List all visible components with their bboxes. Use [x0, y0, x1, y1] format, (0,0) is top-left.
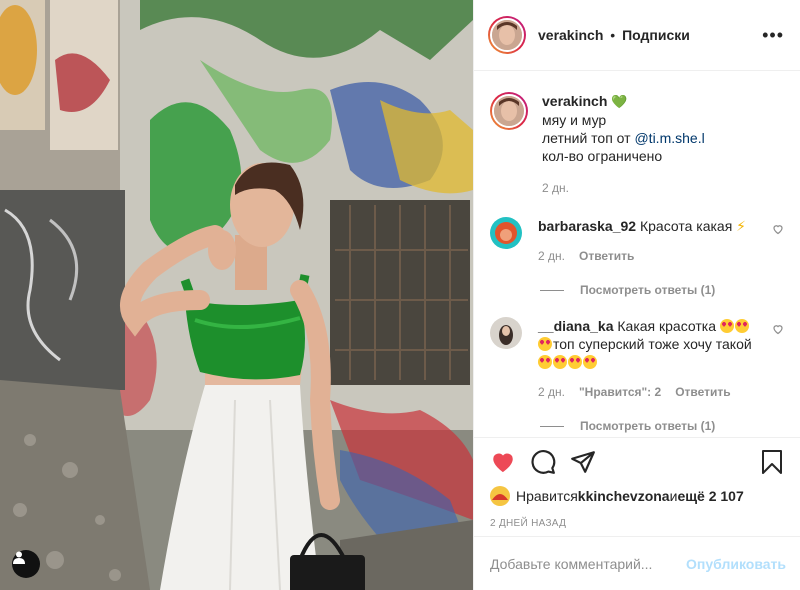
heart-eyes-emoji [568, 355, 582, 369]
more-icon[interactable]: ••• [762, 26, 784, 44]
comment-likes-count[interactable]: "Нравится": 2 [579, 383, 661, 401]
likes-middle: и [669, 488, 678, 504]
like-heart-icon[interactable] [490, 442, 530, 482]
caption-line-2: летний топ от @ti.m.she.l [542, 129, 705, 147]
bookmark-icon[interactable] [744, 442, 784, 482]
green-heart-emoji: 💚 [611, 94, 628, 109]
share-icon[interactable] [570, 442, 610, 482]
likes-prefix: Нравится [516, 488, 578, 504]
comment-text-continued: топ суперский тоже хочу такой [553, 336, 752, 352]
comment-item: __diana_ka Какая красотка топ суперский … [490, 317, 784, 401]
comment-time[interactable]: 2 дн. [538, 383, 565, 401]
view-replies-label: Посмотреть ответы (1) [580, 419, 716, 433]
post-actions: Нравится kkinchevzona и ещё 2 107 2 ДНЕЙ… [474, 437, 800, 529]
post-caption: verakinch 💚 мяу и мур летний топ от @ti.… [490, 72, 784, 197]
liker-username[interactable]: kkinchevzona [578, 488, 670, 504]
reply-button[interactable]: Ответить [579, 247, 634, 265]
post-photo[interactable] [0, 0, 473, 590]
post-timestamp[interactable]: 2 ДНЕЙ НАЗАД [490, 518, 784, 529]
following-button[interactable]: Подписки [622, 27, 690, 43]
heart-eyes-emoji [583, 355, 597, 369]
comment-text: Красота какая [639, 218, 733, 234]
likes-summary[interactable]: Нравится kkinchevzona и ещё 2 107 [490, 486, 784, 506]
comments-list[interactable]: verakinch 💚 мяу и мур летний топ от @ti.… [474, 72, 800, 436]
reply-button[interactable]: Ответить [675, 383, 730, 401]
comment-item: barbaraska_92 Красота какая ⚡ 2 дн. Отве… [490, 217, 784, 265]
caption-line-3: кол-во ограничено [542, 148, 663, 164]
action-bar [490, 438, 784, 486]
photo-illustration [0, 0, 473, 590]
heart-eyes-emoji [719, 319, 734, 333]
comment-input[interactable] [490, 555, 687, 572]
small-heart-icon[interactable] [772, 223, 784, 235]
comment-time[interactable]: 2 дн. [538, 247, 565, 265]
view-replies-button[interactable]: Посмотреть ответы (1) [540, 283, 784, 297]
commenter-avatar[interactable] [490, 217, 522, 249]
caption-line-2-prefix: летний топ от [542, 130, 635, 146]
commenter-username[interactable]: barbaraska_92 [538, 218, 636, 234]
author-avatar[interactable] [488, 16, 526, 54]
caption-username[interactable]: verakinch [542, 93, 607, 109]
view-replies-label: Посмотреть ответы (1) [580, 283, 716, 297]
caption-time[interactable]: 2 дн. [542, 179, 705, 197]
replies-divider [540, 289, 564, 291]
commenter-username[interactable]: __diana_ka [538, 318, 614, 334]
lightning-emoji: ⚡ [736, 218, 747, 234]
user-tag-icon[interactable] [12, 550, 40, 578]
small-heart-icon[interactable] [772, 323, 784, 335]
post-modal: verakinch • Подписки ••• verakinch 💚 мяу… [0, 0, 800, 590]
replies-divider [540, 425, 564, 427]
liker-avatar[interactable] [490, 486, 510, 506]
heart-eyes-emoji [538, 355, 552, 369]
header-separator: • [610, 27, 616, 43]
heart-eyes-emoji [538, 337, 552, 351]
commenter-avatar[interactable] [490, 317, 522, 349]
author-username[interactable]: verakinch [538, 27, 603, 43]
caption-mention-link[interactable]: @ti.m.she.l [634, 130, 704, 146]
header-text: verakinch • Подписки [538, 27, 762, 43]
likes-others-count[interactable]: ещё 2 107 [677, 488, 743, 504]
caption-line-1: мяу и мур [542, 112, 607, 128]
publish-button[interactable]: Опубликовать [686, 556, 786, 572]
view-replies-button[interactable]: Посмотреть ответы (1) [540, 419, 784, 433]
comment-text: Какая красотка [617, 318, 716, 334]
post-panel: verakinch • Подписки ••• verakinch 💚 мяу… [473, 0, 800, 590]
add-comment-bar: Опубликовать [474, 536, 800, 590]
comment-icon[interactable] [530, 442, 570, 482]
heart-eyes-emoji [734, 319, 749, 333]
heart-eyes-emoji [553, 355, 567, 369]
post-header: verakinch • Подписки ••• [474, 0, 800, 71]
caption-avatar[interactable] [490, 92, 528, 130]
